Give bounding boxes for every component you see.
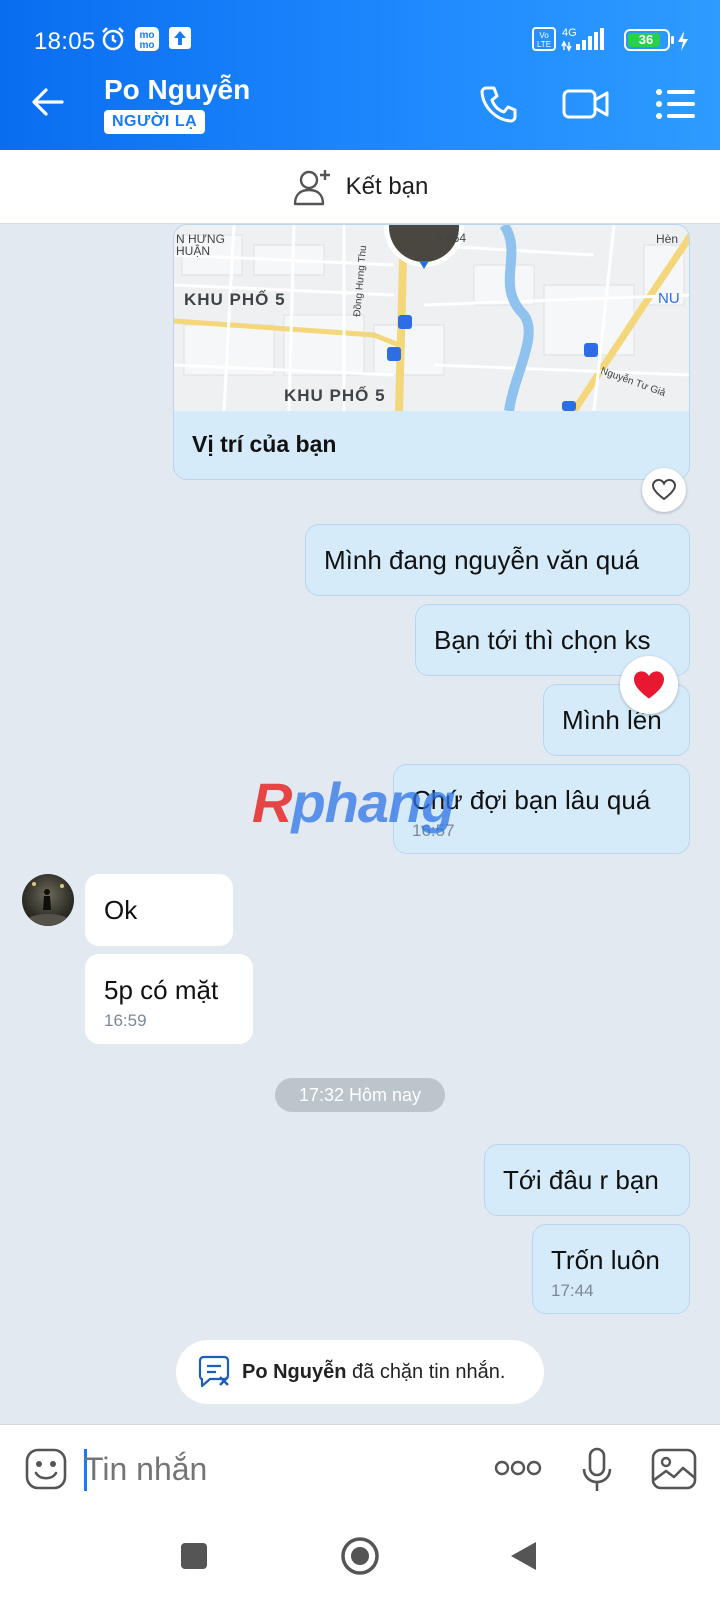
date-separator: 17:32 Hôm nay — [275, 1078, 445, 1112]
add-friend-icon — [293, 169, 330, 205]
message-text: Bạn tới thì chọn ks — [434, 625, 651, 655]
block-notice: Po Nguyễn đã chặn tin nhắn. — [176, 1340, 544, 1404]
react-heart-button[interactable] — [642, 468, 686, 512]
heart-reaction[interactable] — [620, 656, 678, 714]
map-preview: N HƯNG HUẬN KHU PHỐ 5 KHU PHỐ 5 Đồng Hưn… — [174, 225, 689, 411]
message-time: 16:59 — [104, 1011, 147, 1030]
video-call-icon[interactable] — [562, 84, 610, 124]
block-notice-name: Po Nguyễn — [242, 1360, 347, 1383]
map-place-5: n 464 — [436, 231, 466, 245]
map-place-1: HUẬN — [176, 243, 210, 258]
heart-outline-icon — [652, 479, 676, 501]
message-outgoing[interactable]: Trốn luôn 17:44 — [532, 1224, 690, 1314]
stranger-badge: NGƯỜI LẠ — [104, 110, 206, 134]
map-place-2: KHU PHỐ 5 — [184, 289, 286, 309]
message-outgoing[interactable]: Tới đâu r bạn — [484, 1144, 690, 1216]
message-text: Tới đâu r bạn — [503, 1165, 659, 1195]
contact-avatar[interactable] — [22, 874, 74, 926]
volte-icon: Vo LTE — [532, 27, 556, 51]
svg-text:Vo: Vo — [539, 31, 549, 40]
back-triangle-icon[interactable] — [508, 1540, 538, 1572]
avatar-image — [28, 882, 68, 926]
location-card-title: Vị trí của bạn — [192, 431, 337, 457]
battery-level: 36 — [638, 32, 654, 47]
message-outgoing[interactable]: Mình đang nguyễn văn quá — [305, 524, 690, 596]
top-bar: 18:05 mo mo Vo LTE 4G 36 Po Nguyễn NGƯỜI… — [0, 0, 720, 150]
message-time: 17:44 — [551, 1281, 594, 1300]
red-heart-icon — [634, 671, 664, 699]
map-place-3: KHU PHỐ 5 — [284, 385, 386, 405]
message-text: 5p có mặt — [104, 975, 219, 1005]
message-input[interactable] — [84, 1445, 464, 1493]
message-text: Ok — [104, 895, 138, 925]
contact-name[interactable]: Po Nguyễn — [104, 74, 250, 106]
block-notice-text: Po Nguyễn đã chặn tin nhắn. — [242, 1361, 505, 1384]
status-time: 18:05 — [34, 28, 96, 55]
blocked-message-icon — [198, 1355, 230, 1388]
home-icon[interactable] — [340, 1536, 380, 1576]
svg-text:LTE: LTE — [537, 40, 551, 49]
status-bar: 18:05 mo mo Vo LTE 4G 36 — [0, 0, 720, 62]
gallery-image-icon[interactable] — [650, 1447, 698, 1491]
block-notice-message: đã chặn tin nhắn. — [346, 1360, 506, 1383]
map-place-7: NU — [658, 290, 680, 307]
momo-icon: mo mo — [135, 27, 159, 51]
back-arrow-icon[interactable] — [30, 84, 66, 120]
add-friend-bar[interactable]: Kết bạn — [0, 150, 720, 224]
message-incoming[interactable]: Ok — [85, 874, 233, 946]
signal-icon: 4G — [561, 27, 604, 52]
battery-indicator: 36 — [624, 29, 674, 51]
location-card[interactable]: N HƯNG HUẬN KHU PHỐ 5 KHU PHỐ 5 Đồng Hưn… — [173, 224, 690, 480]
sticker-emoji-icon[interactable] — [24, 1447, 68, 1491]
watermark-logo: Rphang — [252, 771, 455, 834]
network-type: 4G — [562, 27, 577, 39]
map-place-6: Hèn — [656, 232, 678, 246]
message-incoming[interactable]: 5p có mặt 16:59 — [85, 954, 253, 1044]
message-text: Mình đang nguyễn văn quá — [324, 545, 640, 575]
microphone-icon[interactable] — [580, 1447, 614, 1495]
recent-apps-icon[interactable] — [180, 1542, 208, 1570]
upload-icon — [169, 27, 191, 49]
message-text: Trốn luôn — [551, 1245, 660, 1275]
menu-list-icon[interactable] — [654, 84, 696, 124]
add-friend-label: Kết bạn — [345, 172, 429, 200]
system-nav-bar — [0, 1514, 720, 1600]
svg-text:mo: mo — [140, 40, 155, 51]
charging-icon — [678, 31, 688, 51]
more-options-icon[interactable] — [494, 1459, 542, 1477]
phone-call-icon[interactable] — [478, 84, 518, 124]
message-composer — [0, 1424, 720, 1514]
alarm-icon — [102, 27, 124, 51]
